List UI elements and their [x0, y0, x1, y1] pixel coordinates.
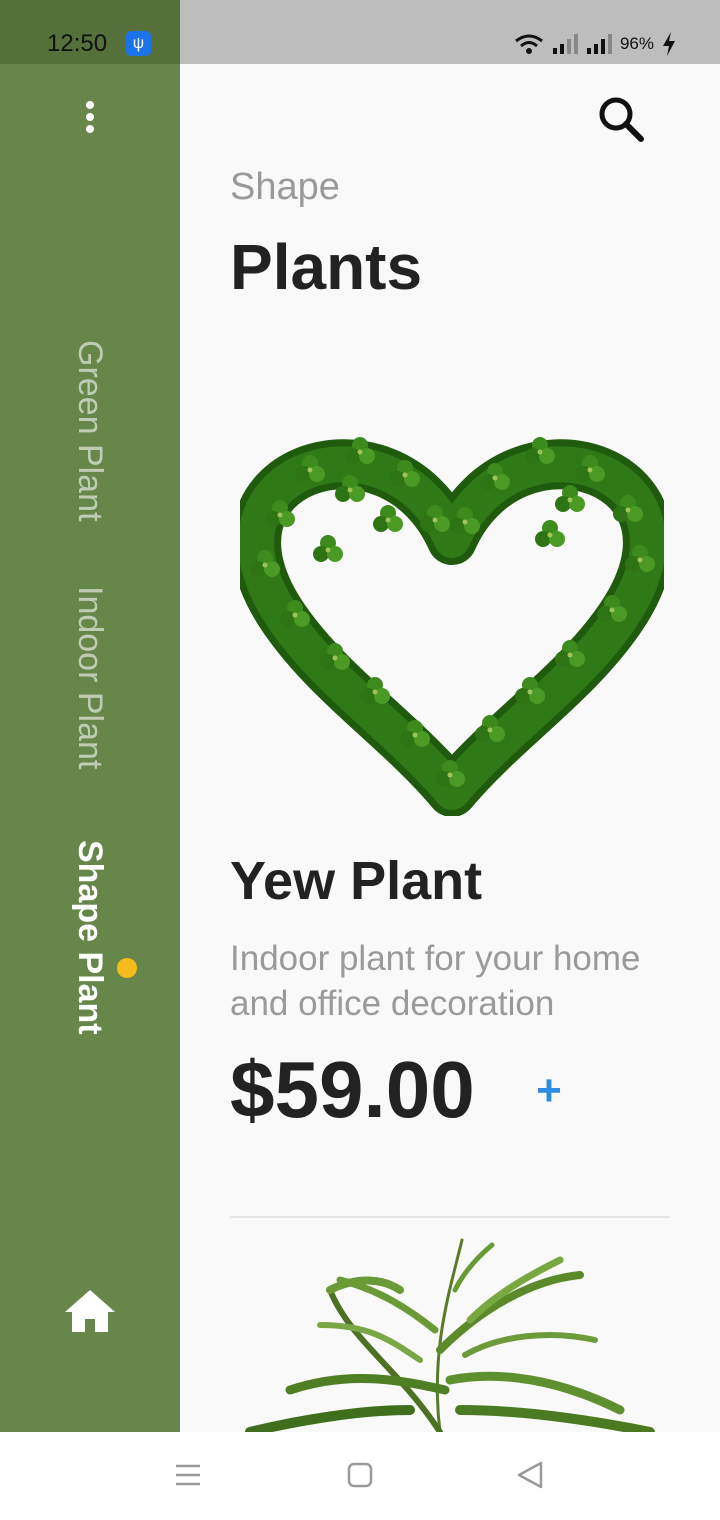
status-time: 12:50 [47, 30, 108, 57]
sidebar-item-green-plant[interactable]: Green Plant [70, 340, 110, 521]
add-to-cart-button[interactable]: + [530, 1069, 568, 1113]
active-indicator-dot [117, 958, 137, 978]
battery-level: 96% [619, 34, 654, 53]
search-icon[interactable] [596, 94, 646, 144]
product-price: $59.00 [230, 1045, 475, 1134]
status-bar: 12:50 ψ 96% [0, 0, 720, 64]
back-icon[interactable] [505, 1452, 555, 1500]
sidebar-item-indoor-plant[interactable]: Indoor Plant [70, 586, 110, 769]
signal-icon-2 [586, 34, 612, 54]
more-vertical-icon[interactable] [79, 101, 101, 137]
page-subtitle: Shape [230, 166, 340, 208]
usb-icon: ψ [126, 31, 151, 56]
product-description: Indoor plant for your home and office de… [230, 939, 641, 1023]
status-bar-left: 12:50 ψ [0, 0, 180, 64]
status-icons: 96% [514, 30, 676, 58]
heart-plant-image[interactable] [240, 430, 664, 816]
sidebar: Green Plant Indoor Plant Shape Plant [0, 64, 180, 1432]
divider [230, 1216, 670, 1218]
navigation-bar [0, 1432, 720, 1520]
bamboo-plant-image[interactable] [230, 1230, 670, 1432]
wifi-icon [515, 34, 543, 54]
home-icon[interactable] [63, 1288, 117, 1334]
signal-icon-1 [552, 34, 578, 54]
menu-icon[interactable] [163, 1452, 213, 1500]
charging-icon [663, 32, 675, 56]
home-square-icon[interactable] [335, 1452, 385, 1500]
product-name: Yew Plant [230, 851, 483, 911]
sidebar-item-shape-plant[interactable]: Shape Plant [70, 840, 110, 1035]
page-title: Plants [230, 231, 423, 303]
